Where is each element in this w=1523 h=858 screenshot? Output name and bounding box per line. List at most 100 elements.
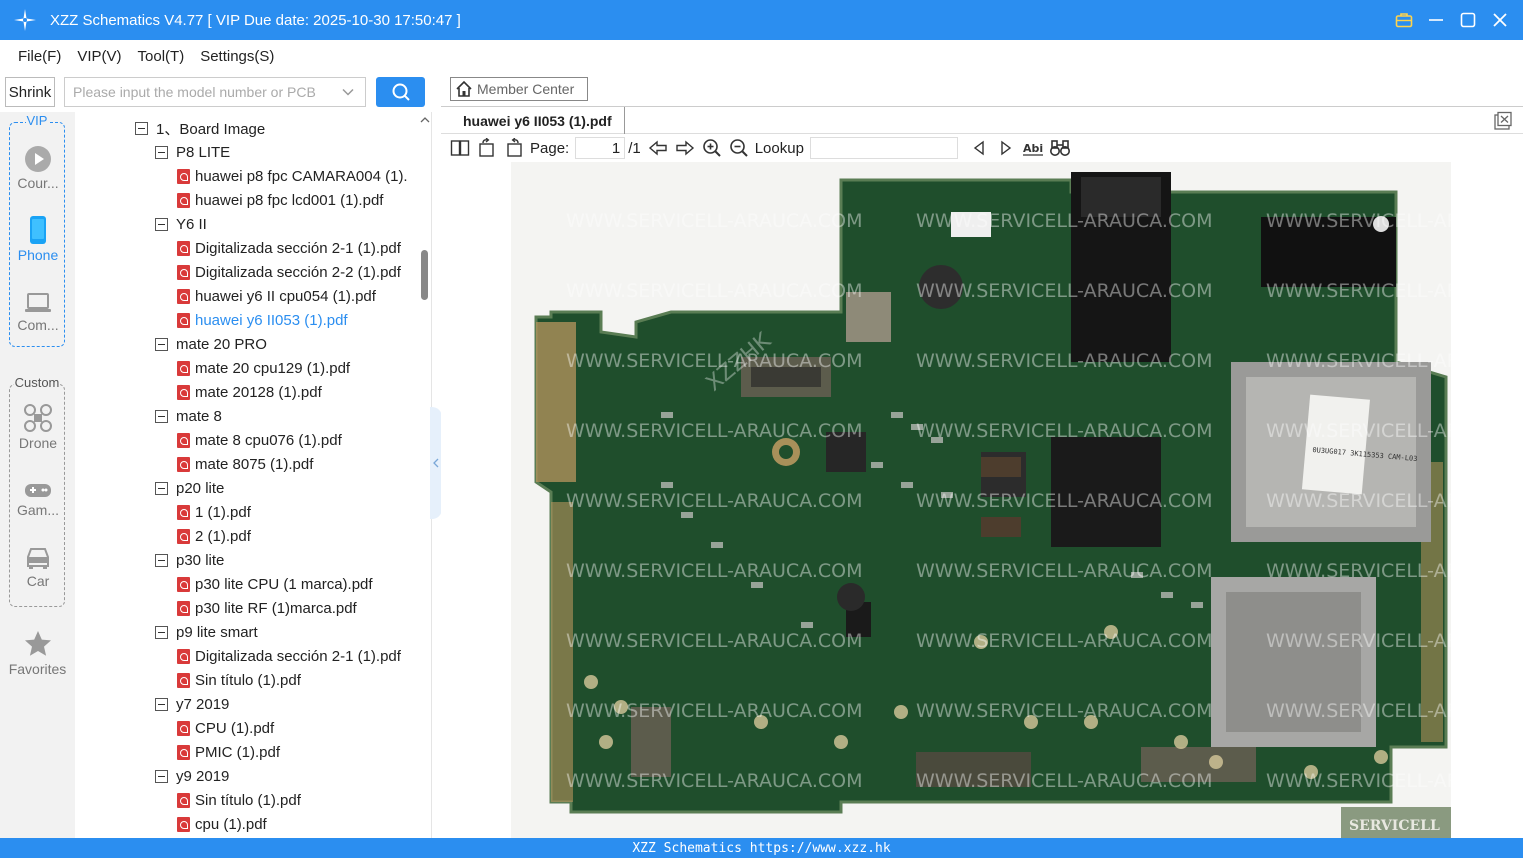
collapse-toggle[interactable] <box>155 769 168 783</box>
next-page-icon[interactable] <box>674 137 696 159</box>
zoom-out-icon[interactable] <box>728 137 750 159</box>
find-previous-icon[interactable] <box>968 137 990 159</box>
tree-folder[interactable]: p30 lite <box>155 548 224 572</box>
menu-tool[interactable]: Tool(T) <box>138 48 185 65</box>
tree-file[interactable]: p30 lite RF (1)marca.pdf <box>177 596 357 620</box>
collapse-toggle[interactable] <box>155 217 168 231</box>
tree-folder[interactable]: mate 8 <box>155 404 222 428</box>
category-games[interactable]: Gam... <box>10 480 66 518</box>
tree-root[interactable]: 1、Board Image <box>135 116 265 140</box>
tree-node-label: 1 (1).pdf <box>195 503 251 521</box>
tree-file[interactable]: huawei p8 fpc lcd001 (1).pdf <box>177 188 383 212</box>
tree-node-label: mate 20128 (1).pdf <box>195 383 322 401</box>
tree-node-label: huawei p8 fpc lcd001 (1).pdf <box>195 191 384 209</box>
category-courses[interactable]: Cour... <box>10 145 66 191</box>
menu-settings[interactable]: Settings(S) <box>200 48 274 65</box>
document-viewer-panel: Member Center huawei y6 II053 (1).pdf Pa… <box>441 72 1523 838</box>
minimize-icon[interactable] <box>1427 11 1445 29</box>
rotate-right-icon[interactable] <box>503 137 525 159</box>
tree-file[interactable]: Digitalizada sección 2-1 (1).pdf <box>177 236 401 260</box>
category-phone[interactable]: Phone <box>10 215 66 263</box>
search-button[interactable] <box>376 77 425 107</box>
close-document-icon[interactable] <box>1493 111 1513 131</box>
tree-node-label: y9 2019 <box>176 767 230 785</box>
collapse-toggle[interactable] <box>155 337 168 351</box>
find-next-icon[interactable] <box>995 137 1017 159</box>
tree-folder[interactable]: mate 20 PRO <box>155 332 267 356</box>
lookup-label: Lookup <box>754 139 804 157</box>
pdf-file-icon <box>177 792 190 808</box>
close-icon[interactable] <box>1491 11 1509 29</box>
tree-folder[interactable]: Y6 II <box>155 212 207 236</box>
tree-file[interactable]: PMIC (1).pdf <box>177 740 280 764</box>
tree-file[interactable]: mate 8 cpu076 (1).pdf <box>177 428 342 452</box>
category-car[interactable]: Car <box>10 545 66 589</box>
app-logo-icon <box>14 9 36 31</box>
tree-node-label: y7 2019 <box>176 695 230 713</box>
home-icon <box>456 80 472 97</box>
binoculars-icon[interactable] <box>1049 137 1071 159</box>
watermark-text: WWW.SERVICELL-ARAUCA.COM <box>916 350 1213 372</box>
pdf-file-icon <box>177 816 190 832</box>
scroll-thumb[interactable] <box>421 250 428 300</box>
tree-file[interactable]: mate 20 cpu129 (1).pdf <box>177 356 350 380</box>
model-search-input[interactable]: Please input the model number or PCB <box>64 77 366 107</box>
match-case-icon[interactable]: Abi <box>1022 137 1044 159</box>
pdf-file-icon <box>177 672 190 688</box>
category-computer[interactable]: Com... <box>10 291 66 333</box>
tree-file[interactable]: Sin título (1).pdf <box>177 788 301 812</box>
tree-folder[interactable]: P8 LITE <box>155 140 230 164</box>
scroll-up-icon[interactable] <box>420 116 430 124</box>
tree-file[interactable]: 2 (1).pdf <box>177 524 251 548</box>
watermark-text: WWW.SERVICELL-ARAUCA.COM <box>1266 700 1451 722</box>
favorites-item[interactable]: Favorites <box>0 629 75 677</box>
tree-folder[interactable]: y9 2019 <box>155 764 229 788</box>
tree-file[interactable]: CPU (1).pdf <box>177 716 274 740</box>
tree-file[interactable]: cpu (1).pdf <box>177 812 267 836</box>
tree-file[interactable]: mate 8075 (1).pdf <box>177 452 313 476</box>
chevron-down-icon[interactable] <box>341 85 355 99</box>
pdf-file-icon <box>177 384 190 400</box>
collapse-toggle[interactable] <box>155 625 168 639</box>
page-number-input[interactable]: 1 <box>575 137 626 159</box>
collapse-toggle[interactable] <box>135 121 148 135</box>
collapse-toggle[interactable] <box>155 145 168 159</box>
tree-file[interactable]: 1 (1).pdf <box>177 500 251 524</box>
maximize-icon[interactable] <box>1459 11 1477 29</box>
title-bar: XZZ Schematics V4.77 [ VIP Due date: 202… <box>0 0 1523 40</box>
tree-folder[interactable]: p9 lite smart <box>155 620 258 644</box>
category-drone[interactable]: Drone <box>10 403 66 451</box>
document-canvas[interactable]: 0U3UG017 3K115353 CAM-L03 WWW.SERVICELL-… <box>441 162 1523 838</box>
tree-file[interactable]: huawei y6 II053 (1).pdf <box>177 308 348 332</box>
tree-file[interactable]: Digitalizada sección 2-2 (1).pdf <box>177 260 401 284</box>
briefcase-icon[interactable] <box>1395 11 1413 29</box>
rotate-left-icon[interactable] <box>476 137 498 159</box>
panel-splitter[interactable] <box>430 112 442 838</box>
two-page-view-icon[interactable] <box>449 137 471 159</box>
menu-file[interactable]: File(F) <box>18 48 61 65</box>
watermark-text: WWW.SERVICELL-ARAUCA.COM <box>1266 280 1451 302</box>
watermark-text: WWW.SERVICELL-ARAUCA.COM <box>566 700 863 722</box>
watermark-text: WWW.SERVICELL-ARAUCA.COM <box>566 490 863 512</box>
chevron-left-icon <box>433 458 439 468</box>
member-center-button[interactable]: Member Center <box>450 77 588 101</box>
lookup-input[interactable] <box>809 137 958 159</box>
tree-file[interactable]: p30 lite CPU (1 marca).pdf <box>177 572 373 596</box>
document-tab[interactable]: huawei y6 II053 (1).pdf <box>451 107 625 134</box>
tree-file[interactable]: mate 20128 (1).pdf <box>177 380 322 404</box>
previous-page-icon[interactable] <box>647 137 669 159</box>
tree-file[interactable]: huawei y6 II cpu054 (1).pdf <box>177 284 376 308</box>
tree-file[interactable]: Digitalizada sección 2-1 (1).pdf <box>177 644 401 668</box>
collapse-toggle[interactable] <box>155 481 168 495</box>
pdf-file-icon <box>177 432 190 448</box>
tree-folder[interactable]: p20 lite <box>155 476 224 500</box>
collapse-toggle[interactable] <box>155 697 168 711</box>
shrink-button[interactable]: Shrink <box>5 77 55 107</box>
zoom-in-icon[interactable] <box>701 137 723 159</box>
menu-vip[interactable]: VIP(V) <box>77 48 121 65</box>
tree-file[interactable]: huawei p8 fpc CAMARA004 (1). <box>177 164 408 188</box>
collapse-toggle[interactable] <box>155 409 168 423</box>
tree-file[interactable]: Sin título (1).pdf <box>177 668 301 692</box>
tree-folder[interactable]: y7 2019 <box>155 692 229 716</box>
collapse-toggle[interactable] <box>155 553 168 567</box>
